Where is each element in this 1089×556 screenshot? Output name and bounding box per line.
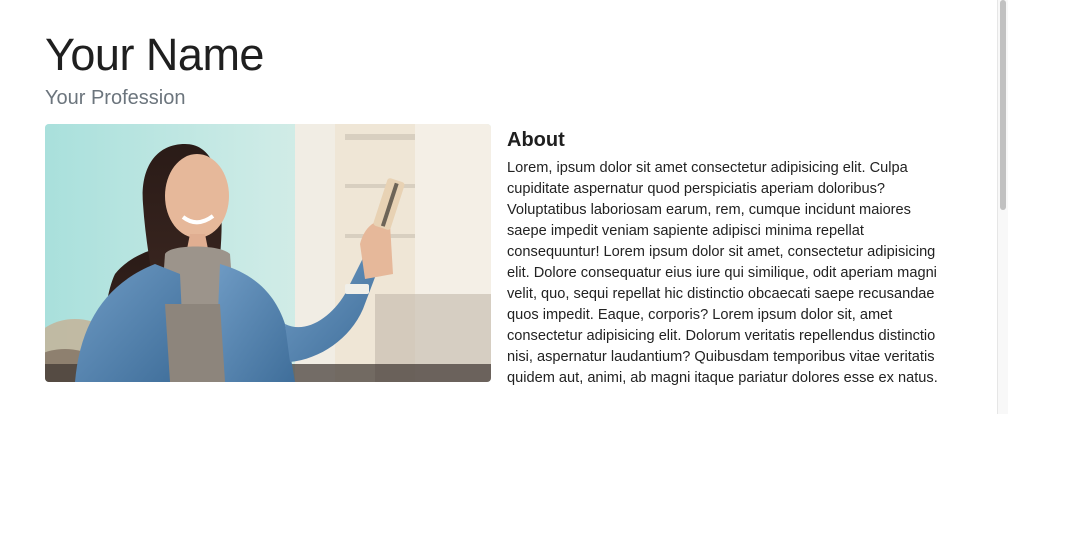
vertical-scrollbar[interactable]: [997, 0, 1008, 414]
page-viewport: Your Name Your Profession About Lorem, i…: [0, 0, 1008, 414]
profile-profession: Your Profession: [45, 87, 186, 109]
about-section: About Lorem, ipsum dolor sit amet consec…: [507, 126, 953, 389]
scrollbar-thumb[interactable]: [1000, 0, 1006, 210]
profile-photo: [45, 124, 491, 382]
about-heading: About: [507, 129, 565, 151]
profile-name: Your Name: [45, 29, 264, 80]
about-paragraph: Lorem, ipsum dolor sit amet consectetur …: [507, 160, 938, 386]
